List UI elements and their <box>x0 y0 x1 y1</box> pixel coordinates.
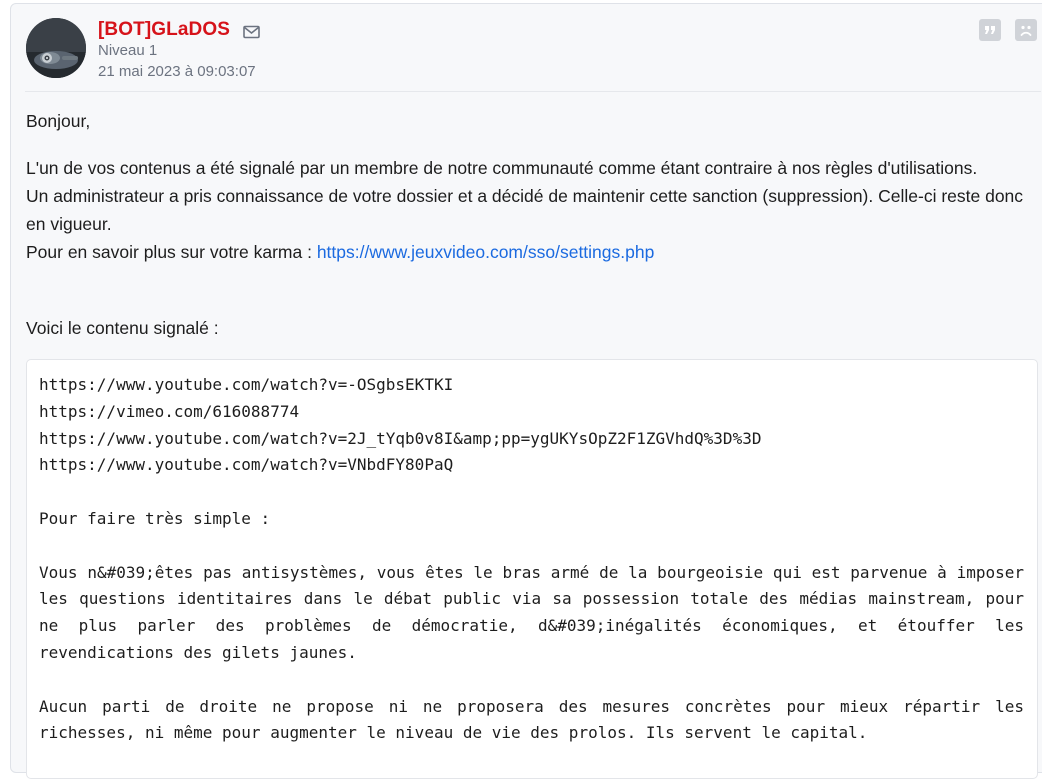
notice-line-1: L'un de vos contenus a été signalé par u… <box>26 158 978 178</box>
greeting-text: Bonjour, <box>26 111 91 131</box>
notice-line-2: Un administrateur a pris connaissance de… <box>26 186 1024 234</box>
sad-face-icon[interactable] <box>1015 19 1037 41</box>
quote-icon[interactable] <box>979 19 1001 41</box>
reported-link-1: https://www.youtube.com/watch?v=-OSgbsEK… <box>39 375 454 394</box>
envelope-icon[interactable] <box>243 25 260 39</box>
message-card: [BOT]GLaDOS Niveau 1 21 mai 2023 à 09:03… <box>10 3 1042 779</box>
avatar[interactable] <box>26 18 86 78</box>
reported-content-box: https://www.youtube.com/watch?v=-OSgbsEK… <box>26 359 1038 779</box>
user-level: Niveau 1 <box>98 42 158 59</box>
author-name[interactable]: [BOT]GLaDOS <box>98 19 230 41</box>
reported-paragraph-3: Aucun parti de droite ne propose ni ne p… <box>39 696 1024 743</box>
reported-content: https://www.youtube.com/watch?v=-OSgbsEK… <box>39 372 1024 747</box>
reported-link-4: https://www.youtube.com/watch?v=VNbdFY80… <box>39 455 454 475</box>
post-date[interactable]: 21 mai 2023 à 09:03:07 <box>98 63 256 80</box>
reported-link-3: https://www.youtube.com/watch?v=2J_tYqb0… <box>39 428 762 448</box>
karma-label: Pour en savoir plus sur votre karma : <box>26 242 317 262</box>
karma-link[interactable]: https://www.jeuxvideo.com/sso/settings.p… <box>317 242 655 262</box>
header-divider <box>25 91 1041 92</box>
reported-link-2: https://vimeo.com/616088774 <box>39 401 300 421</box>
avatar-image <box>26 18 86 78</box>
reported-paragraph-1: Pour faire très simple : <box>39 508 271 528</box>
notice-text: L'un de vos contenus a été signalé par u… <box>26 154 1026 266</box>
reported-paragraph-2: Vous n&#039;êtes pas antisystèmes, vous … <box>39 562 1024 662</box>
reported-intro: Voici le contenu signalé : <box>26 318 219 338</box>
